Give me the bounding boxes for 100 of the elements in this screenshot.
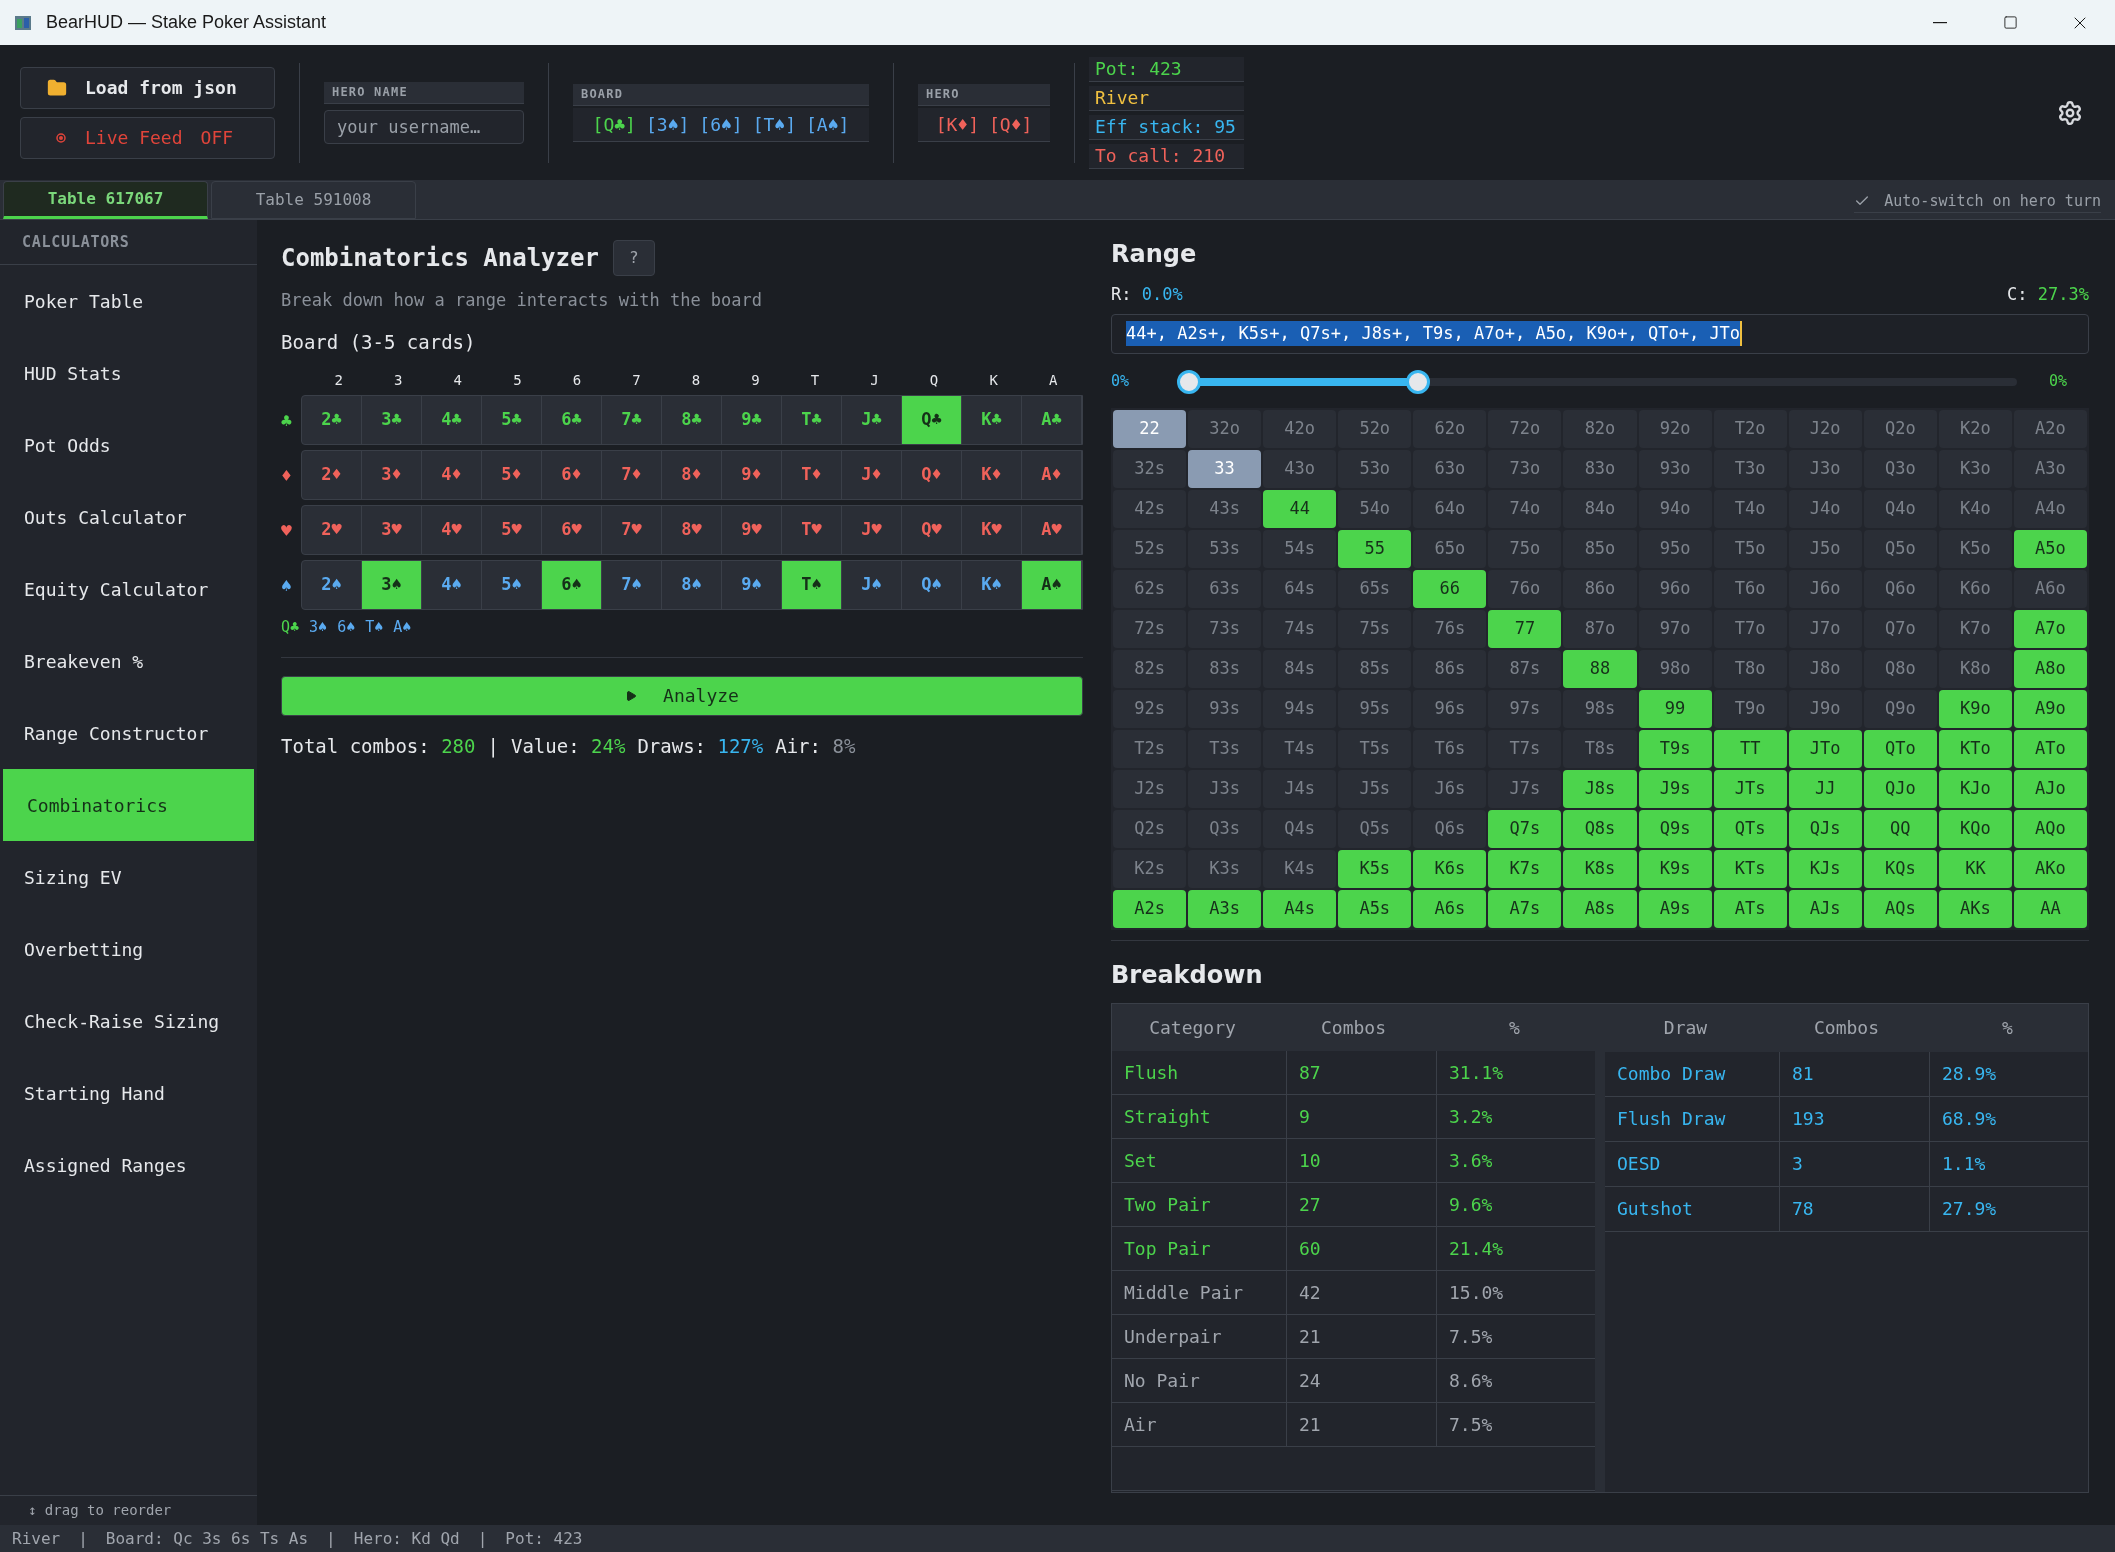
- hand-cell[interactable]: 76s: [1413, 609, 1487, 648]
- hand-cell[interactable]: 54o: [1338, 489, 1412, 528]
- card-button[interactable]: A♥: [1022, 506, 1082, 554]
- hand-cell[interactable]: T8s: [1563, 729, 1637, 768]
- hand-cell[interactable]: ATo: [2013, 729, 2087, 768]
- hand-cell[interactable]: K9o: [1938, 689, 2012, 728]
- card-button[interactable]: 2♥: [302, 506, 362, 554]
- card-button[interactable]: 5♥: [482, 506, 542, 554]
- hand-cell[interactable]: K7s: [1488, 849, 1562, 888]
- hand-cell[interactable]: 77: [1488, 609, 1562, 648]
- hand-cell[interactable]: K6o: [1938, 569, 2012, 608]
- card-button[interactable]: 8♠: [662, 561, 722, 609]
- hand-cell[interactable]: 62o: [1413, 409, 1487, 448]
- card-button[interactable]: 3♦: [362, 451, 422, 499]
- hand-cell[interactable]: 52s: [1113, 529, 1187, 568]
- sidebar-item[interactable]: Sizing EV: [0, 841, 257, 913]
- hand-cell[interactable]: 73o: [1488, 449, 1562, 488]
- hand-cell[interactable]: AJs: [1788, 889, 1862, 928]
- hand-cell[interactable]: 92s: [1113, 689, 1187, 728]
- hand-cell[interactable]: JTs: [1713, 769, 1787, 808]
- table-tab[interactable]: Table 617067: [3, 181, 208, 219]
- hand-cell[interactable]: 42s: [1113, 489, 1187, 528]
- hand-cell[interactable]: 65o: [1413, 529, 1487, 568]
- hand-cell[interactable]: J3s: [1188, 769, 1262, 808]
- hand-cell[interactable]: K2o: [1938, 409, 2012, 448]
- hand-cell[interactable]: JJ: [1788, 769, 1862, 808]
- card-button[interactable]: A♠: [1022, 561, 1082, 609]
- hand-cell[interactable]: 53s: [1188, 529, 1262, 568]
- hand-cell[interactable]: 96s: [1413, 689, 1487, 728]
- hand-cell[interactable]: Q3o: [1863, 449, 1937, 488]
- card-button[interactable]: 8♥: [662, 506, 722, 554]
- hand-cell[interactable]: 92o: [1638, 409, 1712, 448]
- card-button[interactable]: 7♣: [602, 396, 662, 444]
- hand-cell[interactable]: 43o: [1263, 449, 1337, 488]
- hand-cell[interactable]: 83o: [1563, 449, 1637, 488]
- hand-cell[interactable]: QJo: [1863, 769, 1937, 808]
- hand-cell[interactable]: J6o: [1788, 569, 1862, 608]
- hand-cell[interactable]: Q3s: [1188, 809, 1262, 848]
- sidebar-item[interactable]: Pot Odds: [0, 409, 257, 481]
- hand-cell[interactable]: T5o: [1713, 529, 1787, 568]
- analyze-button[interactable]: Analyze: [281, 675, 1083, 716]
- hand-cell[interactable]: 42o: [1263, 409, 1337, 448]
- hand-cell[interactable]: 66: [1413, 569, 1487, 608]
- hand-cell[interactable]: K8s: [1563, 849, 1637, 888]
- hand-cell[interactable]: KQo: [1938, 809, 2012, 848]
- hand-cell[interactable]: A3s: [1188, 889, 1262, 928]
- hand-cell[interactable]: 99: [1638, 689, 1712, 728]
- hand-cell[interactable]: Q9s: [1638, 809, 1712, 848]
- hand-cell[interactable]: 72o: [1488, 409, 1562, 448]
- hand-cell[interactable]: A9s: [1638, 889, 1712, 928]
- card-button[interactable]: T♥: [782, 506, 842, 554]
- hand-cell[interactable]: 98s: [1563, 689, 1637, 728]
- hand-cell[interactable]: Q6s: [1413, 809, 1487, 848]
- card-button[interactable]: 6♥: [542, 506, 602, 554]
- card-button[interactable]: 3♥: [362, 506, 422, 554]
- card-button[interactable]: Q♣: [902, 396, 962, 444]
- hand-cell[interactable]: TT: [1713, 729, 1787, 768]
- sidebar-item[interactable]: Starting Hand: [0, 1057, 257, 1129]
- hand-cell[interactable]: T4s: [1263, 729, 1337, 768]
- hand-cell[interactable]: Q6o: [1863, 569, 1937, 608]
- hand-cell[interactable]: A7s: [1488, 889, 1562, 928]
- hand-cell[interactable]: T2s: [1113, 729, 1187, 768]
- hand-cell[interactable]: 33: [1188, 449, 1262, 488]
- hand-cell[interactable]: J7s: [1488, 769, 1562, 808]
- sidebar-item[interactable]: Equity Calculator: [0, 553, 257, 625]
- hand-cell[interactable]: K2s: [1113, 849, 1187, 888]
- hand-cell[interactable]: A4s: [1263, 889, 1337, 928]
- card-button[interactable]: K♥: [962, 506, 1022, 554]
- sidebar-item[interactable]: Assigned Ranges: [0, 1129, 257, 1201]
- hand-cell[interactable]: 54s: [1263, 529, 1337, 568]
- card-button[interactable]: 2♣: [302, 396, 362, 444]
- hand-cell[interactable]: J4s: [1263, 769, 1337, 808]
- hand-cell[interactable]: A2s: [1113, 889, 1187, 928]
- hand-cell[interactable]: 22: [1113, 409, 1187, 448]
- hand-cell[interactable]: 82o: [1563, 409, 1637, 448]
- hand-cell[interactable]: 82s: [1113, 649, 1187, 688]
- hand-cell[interactable]: K4o: [1938, 489, 2012, 528]
- help-button[interactable]: ?: [612, 240, 655, 276]
- card-button[interactable]: 8♦: [662, 451, 722, 499]
- card-button[interactable]: K♦: [962, 451, 1022, 499]
- hand-cell[interactable]: A2o: [2013, 409, 2087, 448]
- card-button[interactable]: A♣: [1022, 396, 1082, 444]
- hand-cell[interactable]: A7o: [2013, 609, 2087, 648]
- hand-cell[interactable]: 74o: [1488, 489, 1562, 528]
- hand-cell[interactable]: T9o: [1713, 689, 1787, 728]
- hand-cell[interactable]: 95s: [1338, 689, 1412, 728]
- hand-cell[interactable]: J9o: [1788, 689, 1862, 728]
- hand-cell[interactable]: 43s: [1188, 489, 1262, 528]
- hand-cell[interactable]: 98o: [1638, 649, 1712, 688]
- sidebar-item[interactable]: Breakeven %: [0, 625, 257, 697]
- hand-cell[interactable]: Q4s: [1263, 809, 1337, 848]
- sidebar-item[interactable]: Check-Raise Sizing: [0, 985, 257, 1057]
- hand-cell[interactable]: A9o: [2013, 689, 2087, 728]
- sidebar-item[interactable]: Overbetting: [0, 913, 257, 985]
- hand-cell[interactable]: T6o: [1713, 569, 1787, 608]
- slider-thumb[interactable]: [1405, 369, 1430, 394]
- card-button[interactable]: 6♣: [542, 396, 602, 444]
- hand-cell[interactable]: Q8s: [1563, 809, 1637, 848]
- hand-cell[interactable]: T3o: [1713, 449, 1787, 488]
- hand-cell[interactable]: J8s: [1563, 769, 1637, 808]
